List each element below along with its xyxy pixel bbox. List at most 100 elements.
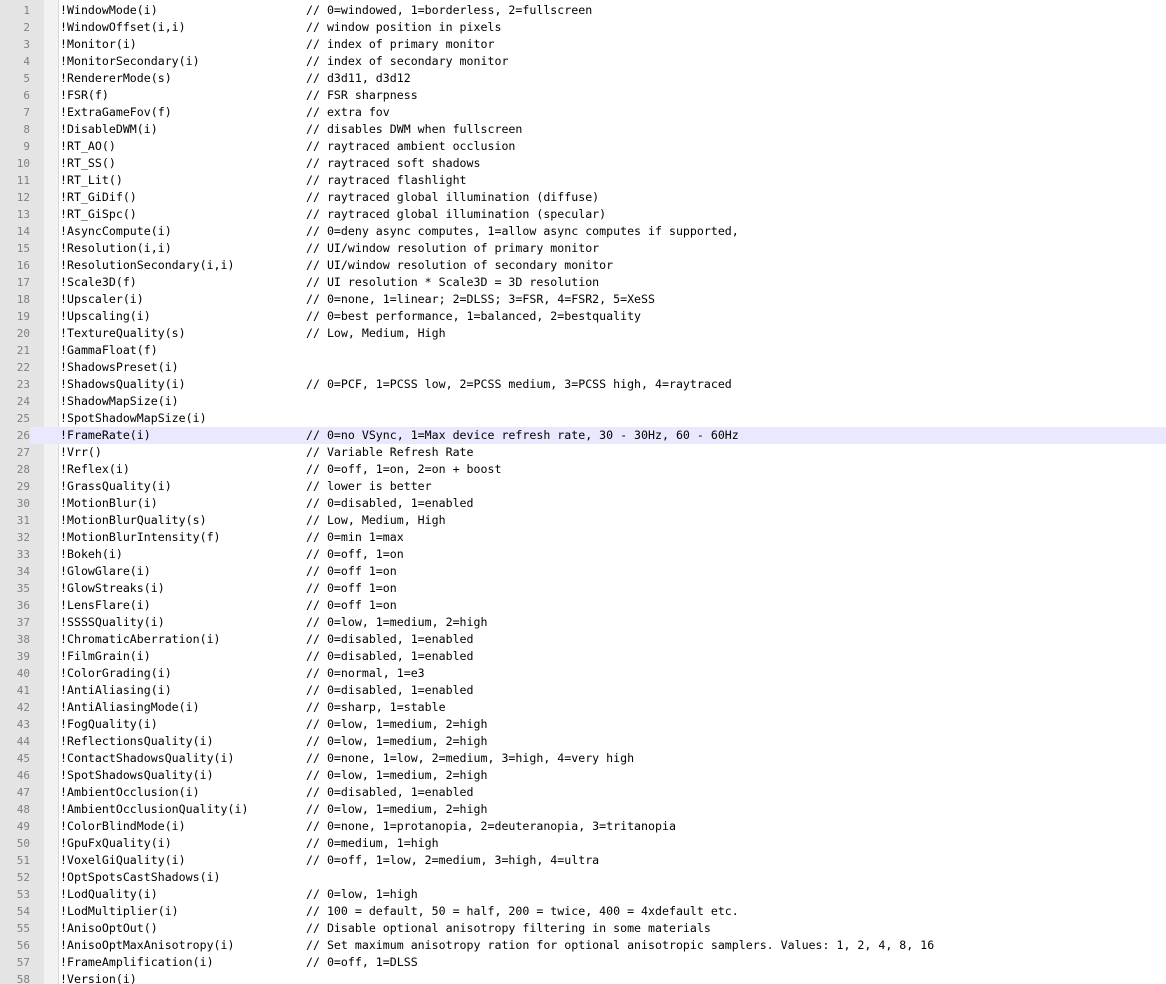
setting-key[interactable]: !ExtraGameFov(f) <box>60 104 172 121</box>
setting-key[interactable]: !TextureQuality(s) <box>60 325 186 342</box>
setting-key[interactable]: !SpotShadowMapSize(i) <box>60 410 207 427</box>
setting-comment[interactable]: // 0=disabled, 1=enabled <box>306 631 474 648</box>
code-line[interactable]: 27 !Vrr() // Variable Refresh Rate <box>0 444 1166 461</box>
setting-comment[interactable]: // Variable Refresh Rate <box>306 444 474 461</box>
code-line[interactable]: 20 !TextureQuality(s) // Low, Medium, High <box>0 325 1166 342</box>
setting-comment[interactable]: // 0=disabled, 1=enabled <box>306 784 474 801</box>
setting-key[interactable]: !RT_GiSpc() <box>60 206 137 223</box>
setting-comment[interactable]: // 0=no VSync, 1=Max device refresh rate… <box>306 427 739 444</box>
setting-key[interactable]: !MotionBlurQuality(s) <box>60 512 207 529</box>
setting-key[interactable]: !RendererMode(s) <box>60 70 172 87</box>
setting-comment[interactable]: // raytraced global illumination (diffus… <box>306 189 599 206</box>
setting-key[interactable]: !GlowStreaks(i) <box>60 580 165 597</box>
setting-comment[interactable]: // 0=min 1=max <box>306 529 404 546</box>
setting-key[interactable]: !RT_SS() <box>60 155 116 172</box>
setting-key[interactable]: !WindowOffset(i,i) <box>60 19 186 36</box>
code-line[interactable]: 58 !Version(i) <box>0 971 1166 984</box>
text-editor[interactable]: 1 !WindowMode(i) // 0=windowed, 1=borderle… <box>0 0 1166 984</box>
setting-key[interactable]: !ReflectionsQuality(i) <box>60 733 214 750</box>
setting-key[interactable]: !Scale3D(f) <box>60 274 137 291</box>
setting-comment[interactable]: // d3d11, d3d12 <box>306 70 411 87</box>
setting-comment[interactable]: // 0=low, 1=medium, 2=high <box>306 767 487 784</box>
code-line[interactable]: 14 !AsyncCompute(i) // 0=deny async comput… <box>0 223 1166 240</box>
setting-key[interactable]: !ColorGrading(i) <box>60 665 172 682</box>
setting-key[interactable]: !Resolution(i,i) <box>60 240 172 257</box>
code-line[interactable]: 55 !AnisoOptOut() // Disable optional anis… <box>0 920 1166 937</box>
setting-comment[interactable]: // 0=off 1=on <box>306 580 397 597</box>
code-line[interactable]: 51 !VoxelGiQuality(i) // 0=off, 1=low, 2=m… <box>0 852 1166 869</box>
setting-comment[interactable]: // 100 = default, 50 = half, 200 = twice… <box>306 903 739 920</box>
code-line[interactable]: 47 !AmbientOcclusion(i) // 0=disabled, 1=e… <box>0 784 1166 801</box>
setting-comment[interactable]: // 0=none, 1=protanopia, 2=deuteranopia,… <box>306 818 676 835</box>
setting-key[interactable]: !AnisoOptOut() <box>60 920 158 937</box>
code-line[interactable]: 17 !Scale3D(f) // UI resolution * Scale3D … <box>0 274 1166 291</box>
code-line[interactable]: 22 !ShadowsPreset(i) <box>0 359 1166 376</box>
code-line[interactable]: 26 !FrameRate(i) // 0=no VSync, 1=Max devi… <box>0 427 1166 444</box>
code-line[interactable]: 33 !Bokeh(i) // 0=off, 1=on <box>0 546 1166 563</box>
code-line[interactable]: 43 !FogQuality(i) // 0=low, 1=medium, 2=hi… <box>0 716 1166 733</box>
setting-comment[interactable]: // raytraced ambient occlusion <box>306 138 515 155</box>
setting-comment[interactable]: // UI resolution * Scale3D = 3D resoluti… <box>306 274 599 291</box>
code-line[interactable]: 46 !SpotShadowsQuality(i) // 0=low, 1=medi… <box>0 767 1166 784</box>
setting-key[interactable]: !ColorBlindMode(i) <box>60 818 186 835</box>
setting-comment[interactable]: // 0=low, 1=medium, 2=high <box>306 801 487 818</box>
setting-key[interactable]: !ChromaticAberration(i) <box>60 631 221 648</box>
code-line[interactable]: 8 !DisableDWM(i) // disables DWM when full… <box>0 121 1166 138</box>
setting-key[interactable]: !AnisoOptMaxAnisotropy(i) <box>60 937 235 954</box>
setting-key[interactable]: !ShadowsQuality(i) <box>60 376 186 393</box>
code-lines[interactable]: 1 !WindowMode(i) // 0=windowed, 1=borderle… <box>0 2 1166 984</box>
code-line[interactable]: 28 !Reflex(i) // 0=off, 1=on, 2=on + boost <box>0 461 1166 478</box>
setting-comment[interactable]: // FSR sharpness <box>306 87 418 104</box>
code-line[interactable]: 16 !ResolutionSecondary(i,i) // UI/window … <box>0 257 1166 274</box>
setting-comment[interactable]: // 0=off 1=on <box>306 597 397 614</box>
code-line[interactable]: 21 !GammaFloat(f) <box>0 342 1166 359</box>
code-line[interactable]: 42 !AntiAliasingMode(i) // 0=sharp, 1=stab… <box>0 699 1166 716</box>
code-line[interactable]: 19 !Upscaling(i) // 0=best performance, 1=… <box>0 308 1166 325</box>
setting-key[interactable]: !AntiAliasingMode(i) <box>60 699 200 716</box>
setting-comment[interactable]: // extra fov <box>306 104 390 121</box>
setting-key[interactable]: !WindowMode(i) <box>60 2 158 19</box>
setting-key[interactable]: !SpotShadowsQuality(i) <box>60 767 214 784</box>
setting-comment[interactable]: // 0=medium, 1=high <box>306 835 439 852</box>
code-line[interactable]: 45 !ContactShadowsQuality(i) // 0=none, 1=… <box>0 750 1166 767</box>
code-line[interactable]: 36 !LensFlare(i) // 0=off 1=on <box>0 597 1166 614</box>
code-line[interactable]: 9 !RT_AO() // raytraced ambient occlusion <box>0 138 1166 155</box>
setting-comment[interactable]: // 0=low, 1=high <box>306 886 418 903</box>
setting-comment[interactable]: // 0=windowed, 1=borderless, 2=fullscree… <box>306 2 592 19</box>
code-line[interactable]: 25 !SpotShadowMapSize(i) <box>0 410 1166 427</box>
code-line[interactable]: 4 !MonitorSecondary(i) // index of seconda… <box>0 53 1166 70</box>
setting-comment[interactable]: // 0=disabled, 1=enabled <box>306 495 474 512</box>
code-line[interactable]: 41 !AntiAliasing(i) // 0=disabled, 1=enabl… <box>0 682 1166 699</box>
setting-key[interactable]: !VoxelGiQuality(i) <box>60 852 186 869</box>
setting-key[interactable]: !Bokeh(i) <box>60 546 123 563</box>
setting-key[interactable]: !Version(i) <box>60 971 137 984</box>
code-line[interactable]: 15 !Resolution(i,i) // UI/window resolutio… <box>0 240 1166 257</box>
setting-comment[interactable]: // UI/window resolution of primary monit… <box>306 240 599 257</box>
setting-key[interactable]: !OptSpotsCastShadows(i) <box>60 869 221 886</box>
code-line[interactable]: 5 !RendererMode(s) // d3d11, d3d12 <box>0 70 1166 87</box>
code-line[interactable]: 30 !MotionBlur(i) // 0=disabled, 1=enabled <box>0 495 1166 512</box>
code-line[interactable]: 48 !AmbientOcclusionQuality(i) // 0=low, 1… <box>0 801 1166 818</box>
code-line[interactable]: 18 !Upscaler(i) // 0=none, 1=linear; 2=DLS… <box>0 291 1166 308</box>
code-line[interactable]: 7 !ExtraGameFov(f) // extra fov <box>0 104 1166 121</box>
code-line[interactable]: 40 !ColorGrading(i) // 0=normal, 1=e3 <box>0 665 1166 682</box>
setting-key[interactable]: !AmbientOcclusion(i) <box>60 784 200 801</box>
code-line[interactable]: 39 !FilmGrain(i) // 0=disabled, 1=enabled <box>0 648 1166 665</box>
setting-key[interactable]: !ShadowMapSize(i) <box>60 393 179 410</box>
setting-comment[interactable]: // window position in pixels <box>306 19 501 36</box>
setting-key[interactable]: !FrameRate(i) <box>60 427 151 444</box>
setting-comment[interactable]: // 0=off, 1=low, 2=medium, 3=high, 4=ult… <box>306 852 599 869</box>
code-line[interactable]: 3 !Monitor(i) // index of primary monitor <box>0 36 1166 53</box>
code-line[interactable]: 32 !MotionBlurIntensity(f) // 0=min 1=max <box>0 529 1166 546</box>
setting-key[interactable]: !AsyncCompute(i) <box>60 223 172 240</box>
setting-comment[interactable]: // Low, Medium, High <box>306 512 446 529</box>
code-line[interactable]: 56 !AnisoOptMaxAnisotropy(i) // Set maximu… <box>0 937 1166 954</box>
code-line[interactable]: 37 !SSSSQuality(i) // 0=low, 1=medium, 2=h… <box>0 614 1166 631</box>
setting-comment[interactable]: // UI/window resolution of secondary mon… <box>306 257 613 274</box>
setting-comment[interactable]: // 0=low, 1=medium, 2=high <box>306 614 487 631</box>
setting-comment[interactable]: // index of secondary monitor <box>306 53 508 70</box>
setting-key[interactable]: !AmbientOcclusionQuality(i) <box>60 801 248 818</box>
code-line[interactable]: 29 !GrassQuality(i) // lower is better <box>0 478 1166 495</box>
code-line[interactable]: 52 !OptSpotsCastShadows(i) <box>0 869 1166 886</box>
setting-comment[interactable]: // raytraced soft shadows <box>306 155 481 172</box>
